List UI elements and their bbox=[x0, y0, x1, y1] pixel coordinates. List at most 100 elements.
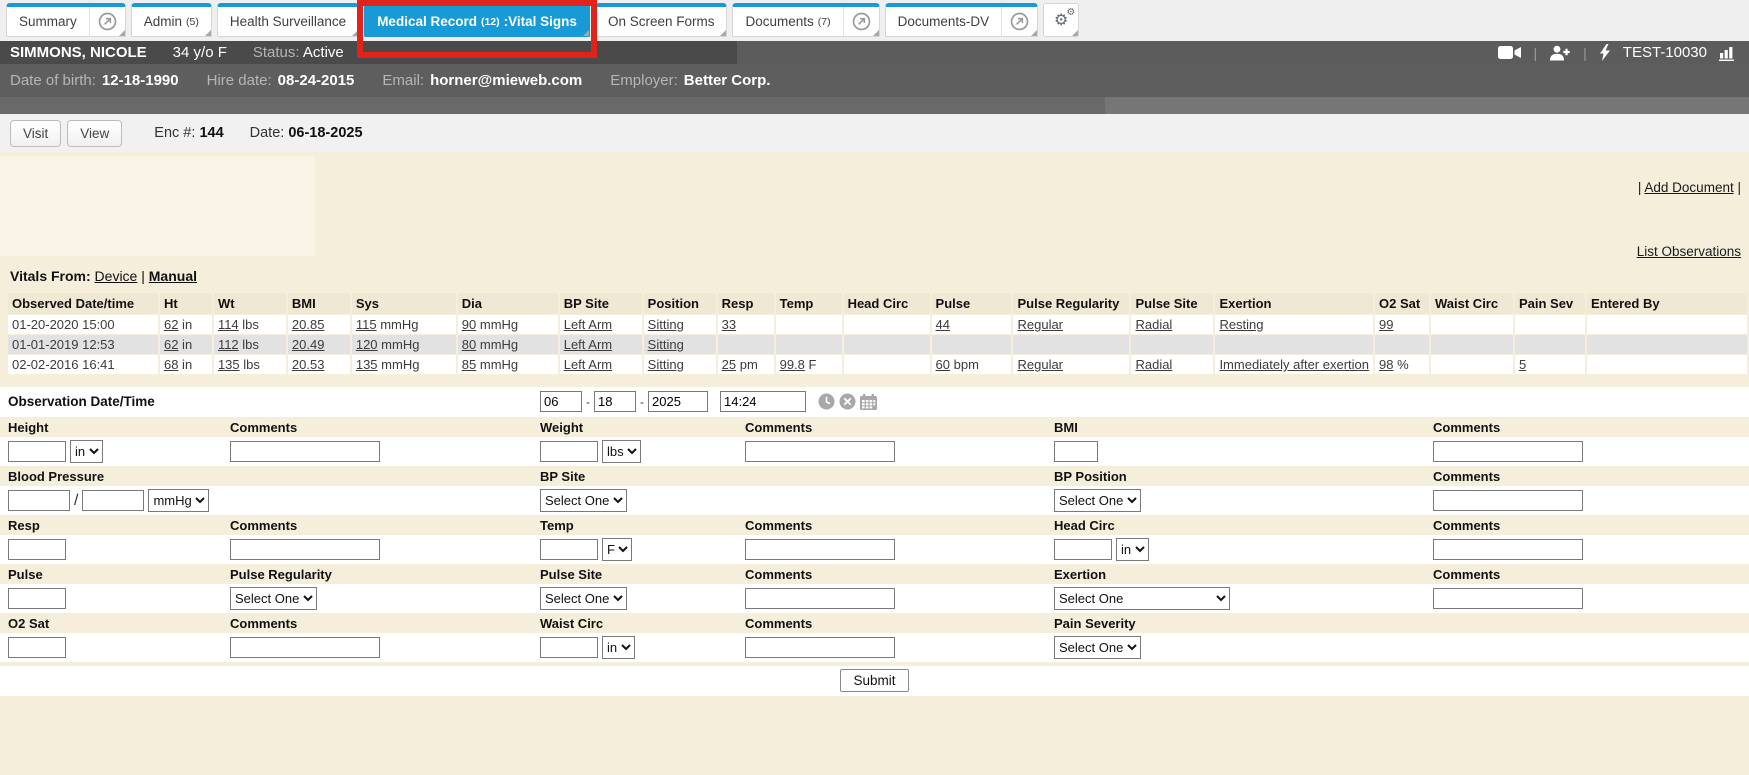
pulse-input[interactable] bbox=[8, 588, 66, 609]
head-circ-input[interactable] bbox=[1054, 539, 1112, 560]
obs-year-input[interactable] bbox=[648, 391, 708, 412]
pulse-regularity-select[interactable]: Select One bbox=[230, 587, 317, 610]
vital-value-link[interactable]: 115 bbox=[356, 317, 377, 332]
tab-documents[interactable]: Documents (7) bbox=[732, 3, 879, 37]
list-observations-link[interactable]: List Observations bbox=[1637, 244, 1741, 259]
o2-sat-comments-input[interactable] bbox=[230, 637, 380, 658]
vital-value-link[interactable]: Left Arm bbox=[564, 337, 612, 352]
vital-value-link[interactable]: 120 bbox=[356, 337, 378, 352]
tab-summary[interactable]: Summary bbox=[6, 3, 126, 37]
vital-value-link[interactable]: 62 bbox=[164, 337, 178, 352]
vital-value-link[interactable]: Regular bbox=[1017, 357, 1063, 372]
device-link[interactable]: Device bbox=[95, 268, 138, 284]
clear-datetime-icon[interactable] bbox=[839, 393, 856, 410]
waist-circ-input[interactable] bbox=[540, 637, 598, 658]
vital-value-link[interactable]: 90 bbox=[462, 317, 476, 332]
tab-label[interactable]: Documents-DV bbox=[886, 7, 1002, 36]
resp-input[interactable] bbox=[8, 539, 66, 560]
vital-value-link[interactable]: 60 bbox=[936, 357, 950, 372]
height-comments-input[interactable] bbox=[230, 441, 380, 462]
weight-unit-select[interactable]: lbs bbox=[602, 440, 641, 463]
o2-sat-input[interactable] bbox=[8, 637, 66, 658]
vital-value-link[interactable]: 62 bbox=[164, 317, 178, 332]
exertion-comments-input[interactable] bbox=[1433, 588, 1583, 609]
tab-label[interactable]: Documents (7) bbox=[733, 7, 842, 36]
bp-comments-input[interactable] bbox=[1433, 490, 1583, 511]
vital-value-link[interactable]: 135 bbox=[218, 357, 240, 372]
add-document-link[interactable]: Add Document bbox=[1644, 180, 1733, 195]
vital-value-link[interactable]: 112 bbox=[218, 337, 239, 352]
pain-severity-select[interactable]: Select One bbox=[1054, 636, 1141, 659]
bmi-comments-input[interactable] bbox=[1433, 441, 1583, 462]
vital-value-link[interactable]: 135 bbox=[356, 357, 378, 372]
tab-documents-dv[interactable]: Documents-DV bbox=[885, 3, 1039, 37]
obs-day-input[interactable] bbox=[594, 391, 636, 412]
vital-value-link[interactable]: 5 bbox=[1519, 357, 1526, 372]
bmi-input[interactable] bbox=[1054, 441, 1098, 462]
blood-pressure-diastolic-input[interactable] bbox=[82, 490, 144, 511]
vital-value-link[interactable]: 20.85 bbox=[292, 317, 325, 332]
vital-value-link[interactable]: 20.49 bbox=[292, 337, 325, 352]
vital-value-link[interactable]: Left Arm bbox=[564, 317, 612, 332]
clock-icon[interactable] bbox=[818, 393, 835, 410]
tab-health-surveillance[interactable]: Health Surveillance bbox=[217, 3, 359, 37]
tab-on-screen-forms[interactable]: On Screen Forms bbox=[595, 3, 728, 37]
tab-label[interactable]: Health Surveillance bbox=[218, 7, 358, 36]
tab-label[interactable]: Summary bbox=[7, 7, 89, 36]
submit-button[interactable]: Submit bbox=[840, 669, 908, 692]
pulse-comments-input[interactable] bbox=[745, 588, 895, 609]
vital-value-link[interactable]: 99 bbox=[1379, 317, 1393, 332]
head-circ-unit-select[interactable]: in bbox=[1116, 538, 1149, 561]
popout-icon[interactable] bbox=[843, 7, 879, 36]
blood-pressure-systolic-input[interactable] bbox=[8, 490, 70, 511]
vital-value-link[interactable]: 99.8 bbox=[780, 357, 805, 372]
vital-value-link[interactable]: Resting bbox=[1219, 317, 1263, 332]
pulse-site-select[interactable]: Select One bbox=[540, 587, 627, 610]
tab-label[interactable]: Medical Record (12):Vital Signs bbox=[365, 7, 589, 36]
vital-value-link[interactable]: Left Arm bbox=[564, 357, 612, 372]
vital-value-link[interactable]: Immediately after exertion bbox=[1219, 357, 1369, 372]
head-circ-comments-input[interactable] bbox=[1433, 539, 1583, 560]
tab-medical-record[interactable]: Medical Record (12):Vital Signs bbox=[364, 3, 590, 37]
height-input[interactable] bbox=[8, 441, 66, 462]
temp-input[interactable] bbox=[540, 539, 598, 560]
popout-icon[interactable] bbox=[89, 7, 125, 36]
tab-label[interactable]: Admin (5) bbox=[132, 7, 211, 36]
manual-link[interactable]: Manual bbox=[149, 268, 197, 284]
video-call-icon[interactable] bbox=[1498, 45, 1522, 60]
vital-value-link[interactable]: Sitting bbox=[648, 337, 684, 352]
obs-time-input[interactable] bbox=[720, 391, 806, 412]
calendar-icon[interactable] bbox=[860, 394, 877, 410]
exertion-select[interactable]: Select One bbox=[1054, 587, 1230, 610]
visit-button[interactable]: Visit bbox=[10, 120, 61, 147]
height-unit-select[interactable]: in bbox=[70, 440, 103, 463]
temp-comments-input[interactable] bbox=[745, 539, 895, 560]
tab-admin[interactable]: Admin (5) bbox=[131, 3, 212, 37]
vital-value-link[interactable]: 25 bbox=[722, 357, 736, 372]
vital-value-link[interactable]: 33 bbox=[722, 317, 736, 332]
vital-value-link[interactable]: Sitting bbox=[648, 317, 684, 332]
bp-position-select[interactable]: Select One bbox=[1054, 489, 1141, 512]
temp-unit-select[interactable]: F bbox=[602, 538, 632, 561]
bp-site-select[interactable]: Select One bbox=[540, 489, 627, 512]
vital-value-link[interactable]: 68 bbox=[164, 357, 178, 372]
popout-icon[interactable] bbox=[1001, 7, 1037, 36]
view-button[interactable]: View bbox=[67, 120, 122, 147]
flowsheet-chart-icon[interactable] bbox=[1719, 45, 1739, 61]
vital-value-link[interactable]: Regular bbox=[1017, 317, 1063, 332]
settings-tab[interactable]: ⚙⚙ bbox=[1043, 3, 1079, 37]
weight-input[interactable] bbox=[540, 441, 598, 462]
weight-comments-input[interactable] bbox=[745, 441, 895, 462]
vital-value-link[interactable]: 80 bbox=[462, 337, 476, 352]
vital-value-link[interactable]: Radial bbox=[1135, 357, 1172, 372]
vital-value-link[interactable]: 98 bbox=[1379, 357, 1393, 372]
vital-value-link[interactable]: 44 bbox=[936, 317, 950, 332]
resp-comments-input[interactable] bbox=[230, 539, 380, 560]
obs-month-input[interactable] bbox=[540, 391, 582, 412]
blood-pressure-unit-select[interactable]: mmHg bbox=[148, 489, 209, 512]
vital-value-link[interactable]: 85 bbox=[462, 357, 476, 372]
vital-value-link[interactable]: 114 bbox=[218, 317, 239, 332]
quick-action-icon[interactable] bbox=[1599, 44, 1611, 61]
waist-circ-comments-input[interactable] bbox=[745, 637, 895, 658]
add-person-icon[interactable] bbox=[1549, 45, 1571, 61]
